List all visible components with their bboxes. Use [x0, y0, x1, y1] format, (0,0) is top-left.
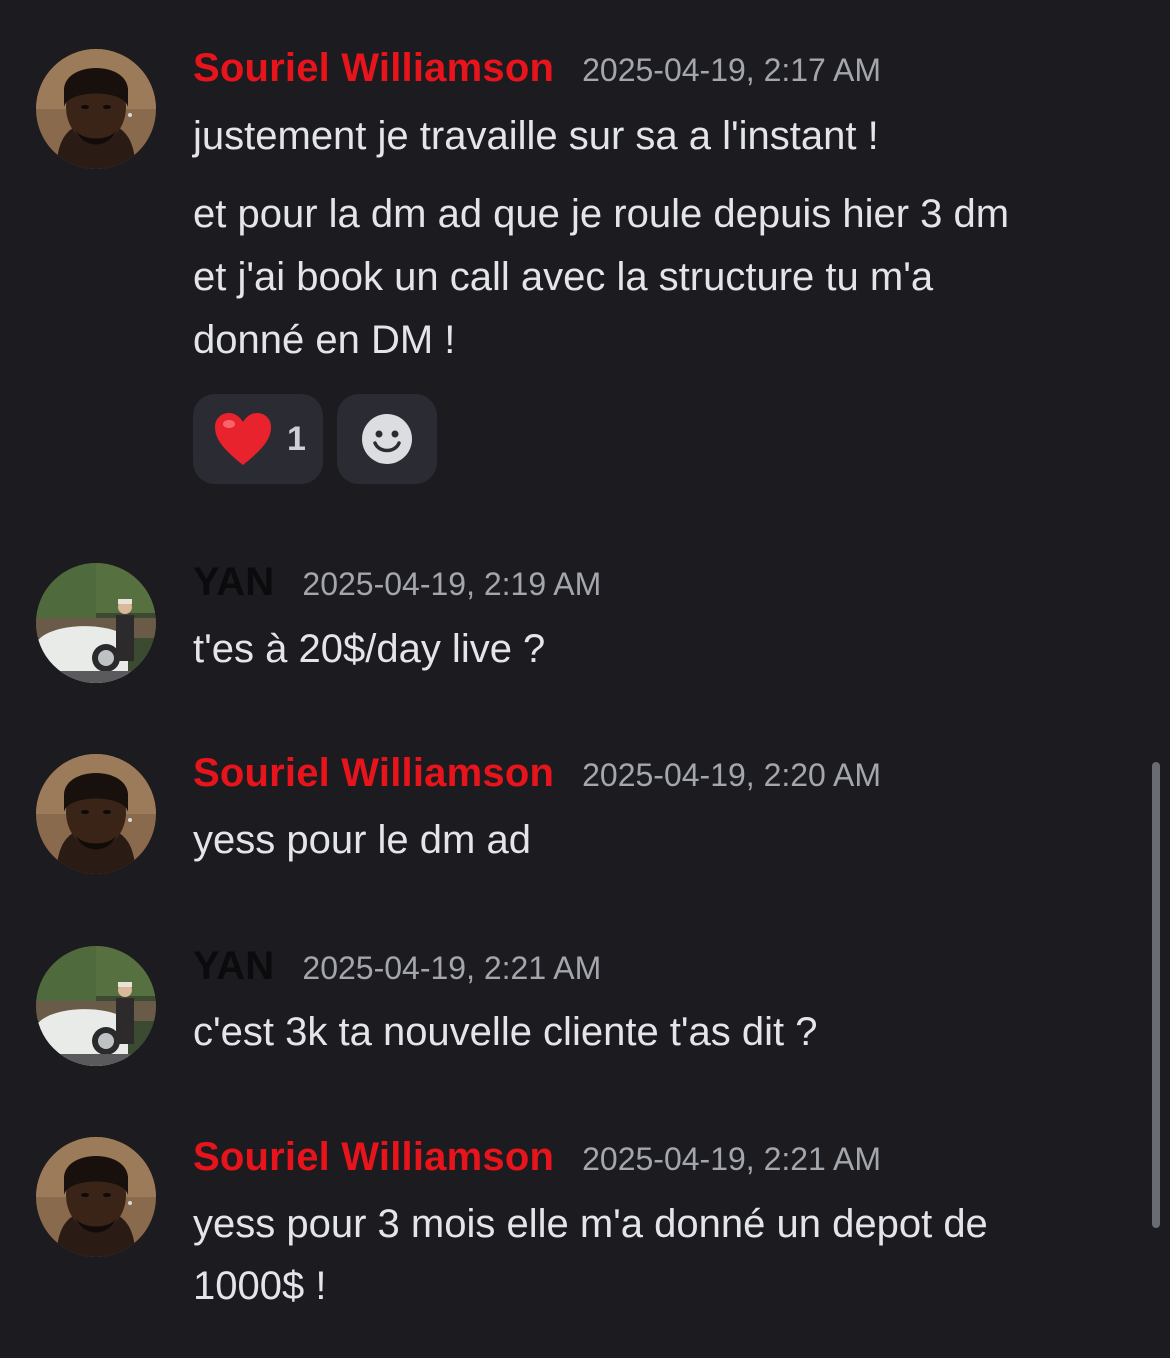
message-text: c'est 3k ta nouvelle cliente t'as dit ? [193, 1010, 818, 1054]
avatar[interactable] [36, 563, 156, 683]
yan-avatar-image [36, 563, 156, 683]
avatar[interactable] [36, 754, 156, 874]
author-name[interactable]: Souriel Williamson [193, 751, 554, 796]
timestamp: 2025-04-19, 2:21 AM [582, 1141, 881, 1177]
message-header: Souriel Williamson 2025-04-19, 2:20 AM [193, 751, 881, 796]
message-text: justement je travaille sur sa a l'instan… [193, 114, 879, 158]
heart-emoji-icon [215, 413, 271, 465]
message-text: yess pour 3 mois elle m'a donné un depot… [193, 1202, 988, 1246]
avatar[interactable] [36, 49, 156, 169]
souriel-avatar-image [36, 754, 156, 874]
reaction-count: 1 [287, 419, 306, 458]
message-header: Souriel Williamson 2025-04-19, 2:21 AM [193, 1135, 881, 1180]
add-reaction-icon [362, 414, 412, 464]
author-name[interactable]: Souriel Williamson [193, 1135, 554, 1180]
message-text: et pour la dm ad que je roule depuis hie… [193, 192, 1010, 236]
timestamp: 2025-04-19, 2:19 AM [302, 566, 602, 602]
scrollbar[interactable] [1152, 762, 1160, 1228]
avatar[interactable] [36, 1137, 156, 1257]
yan-avatar-image [36, 946, 156, 1066]
author-name[interactable]: YAN [193, 560, 274, 605]
souriel-avatar-image [36, 1137, 156, 1257]
reaction-heart[interactable]: 1 [193, 394, 323, 484]
souriel-avatar-image [36, 49, 156, 169]
avatar[interactable] [36, 946, 156, 1066]
timestamp: 2025-04-19, 2:21 AM [302, 950, 602, 986]
timestamp: 2025-04-19, 2:17 AM [582, 52, 881, 88]
message-header: YAN 2025-04-19, 2:19 AM [193, 560, 601, 605]
add-reaction-button[interactable] [337, 394, 437, 484]
message-text: donné en DM ! [193, 318, 456, 362]
message-header: Souriel Williamson 2025-04-19, 2:17 AM [193, 46, 881, 91]
message-text: yess pour le dm ad [193, 818, 531, 862]
author-name[interactable]: YAN [193, 944, 274, 989]
message-text: t'es à 20$/day live ? [193, 627, 546, 671]
author-name[interactable]: Souriel Williamson [193, 46, 554, 91]
message-text: 1000$ ! [193, 1264, 327, 1308]
timestamp: 2025-04-19, 2:20 AM [582, 757, 881, 793]
message-text: et j'ai book un call avec la structure t… [193, 255, 934, 299]
message-header: YAN 2025-04-19, 2:21 AM [193, 944, 601, 989]
